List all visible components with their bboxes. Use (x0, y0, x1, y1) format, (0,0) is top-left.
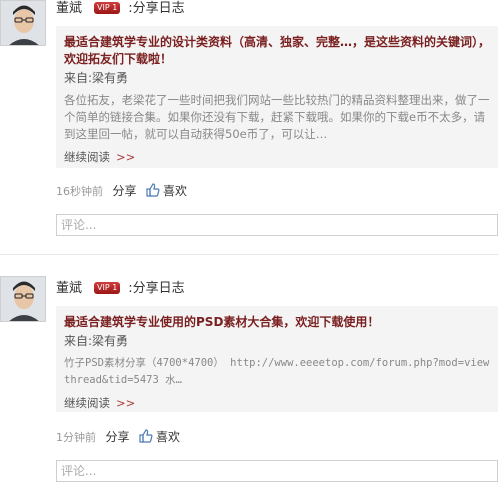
avatar-photo-icon (1, 277, 45, 321)
source-label: 来自: (64, 71, 93, 85)
source-author-link[interactable]: 梁有勇 (92, 71, 128, 85)
blog-excerpt: 各位拓友，老梁花了一些时间把我们网站一些比较热门的精品资料整理出来，做了一个简单… (64, 93, 490, 141)
read-more-link[interactable]: 继续阅读 >> (64, 395, 490, 411)
read-more-arrows: >> (116, 150, 136, 164)
post-time: 16秒钟前 (56, 185, 103, 198)
avatar[interactable] (0, 0, 46, 46)
vip-badge-icon: VIP 1 (94, 1, 121, 14)
user-name-link[interactable]: 董斌 (56, 1, 82, 16)
like-label: 喜欢 (163, 184, 188, 198)
shared-blog-card: 最适合建筑学专业使用的PSD素材大合集，欢迎下载使用！ 来自:梁有勇 竹子PSD… (56, 306, 498, 412)
like-button[interactable]: 喜欢 (139, 429, 181, 444)
source-line: 来自:梁有勇 (64, 333, 490, 350)
avatar-photo-icon (1, 1, 45, 45)
post-header: 董斌 VIP 1 :分享日志 (56, 280, 185, 298)
comment-input[interactable]: 评论... (56, 214, 498, 236)
read-more-label: 继续阅读 (64, 396, 110, 410)
source-label: 来自: (64, 334, 93, 348)
post-action-text: :分享日志 (128, 1, 185, 16)
comment-input[interactable]: 评论... (56, 460, 498, 482)
blog-title-link[interactable]: 最适合建筑学专业使用的PSD素材大合集，欢迎下载使用！ (64, 314, 490, 331)
thumbs-up-icon (139, 429, 153, 443)
source-author-link[interactable]: 梁有勇 (92, 334, 128, 348)
shared-blog-card: 最适合建筑学专业的设计类资料（高清、独家、完整…，是这些资料的关键词），欢迎拓友… (56, 26, 498, 168)
like-label: 喜欢 (156, 430, 181, 444)
post-divider (0, 254, 498, 255)
post-meta: 1分钟前 分享 喜欢 (56, 428, 180, 446)
blog-excerpt: 竹子PSD素材分享（4700*4700） http://www.eeeetop.… (64, 357, 490, 386)
read-more-label: 继续阅读 (64, 150, 110, 164)
thumbs-up-icon (146, 183, 160, 197)
avatar[interactable] (0, 276, 46, 322)
like-button[interactable]: 喜欢 (146, 183, 188, 198)
user-name-link[interactable]: 董斌 (56, 281, 82, 296)
share-link[interactable]: 分享 (106, 430, 130, 444)
share-link[interactable]: 分享 (113, 184, 137, 198)
source-line: 来自:梁有勇 (64, 70, 490, 87)
blog-title-link[interactable]: 最适合建筑学专业的设计类资料（高清、独家、完整…，是这些资料的关键词），欢迎拓友… (64, 34, 490, 68)
post-action-text: :分享日志 (128, 281, 185, 296)
post-meta: 16秒钟前 分享 喜欢 (56, 182, 187, 200)
post-header: 董斌 VIP 1 :分享日志 (56, 0, 185, 18)
read-more-link[interactable]: 继续阅读 >> (64, 149, 490, 165)
read-more-arrows: >> (116, 396, 136, 410)
vip-badge-icon: VIP 1 (94, 281, 121, 294)
post-time: 1分钟前 (56, 431, 96, 444)
